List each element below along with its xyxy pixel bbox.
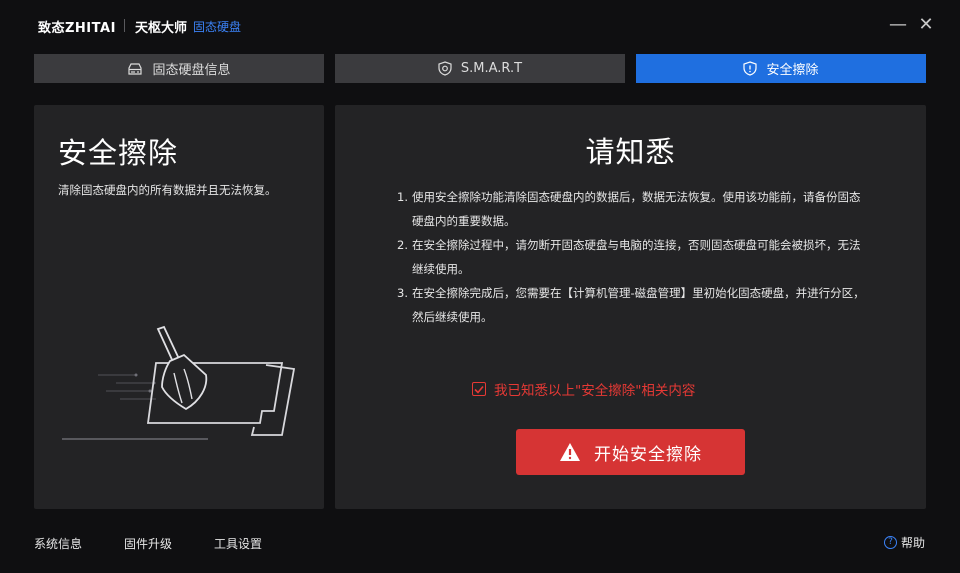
tab-ssd-info[interactable]: 固态硬盘信息	[34, 54, 324, 83]
close-button[interactable]: ✕	[915, 14, 937, 36]
panel-title: 安全擦除	[58, 136, 179, 170]
footer-system-info[interactable]: 系统信息	[34, 535, 82, 552]
notice-item-text: 在安全擦除过程中，请勿断开固态硬盘与电脑的连接，否则固态硬盘可能会被损坏，无法继…	[412, 238, 861, 276]
warning-icon	[560, 443, 580, 461]
drive-icon	[128, 62, 143, 75]
notice-item: 3. 在安全擦除完成后，您需要在【计算机管理-磁盘管理】里初始化固态硬盘，并进行…	[397, 281, 867, 329]
help-label: 帮助	[901, 536, 926, 550]
shield-alert-icon	[743, 61, 758, 76]
footer-firmware-upgrade[interactable]: 固件升级	[124, 535, 172, 552]
help-icon: ?	[884, 536, 897, 549]
tab-ssd-info-label: 固态硬盘信息	[152, 63, 231, 78]
brand-divider	[124, 19, 125, 32]
agree-checkbox-row[interactable]: 我已知悉以上"安全擦除"相关内容	[472, 379, 695, 399]
broom-ssd-icon	[62, 325, 296, 440]
notice-item: 2. 在安全擦除过程中，请勿断开固态硬盘与电脑的连接，否则固态硬盘可能会被损坏，…	[397, 233, 867, 281]
notice-title: 请知悉	[585, 135, 676, 169]
notice-item-number: 2.	[397, 238, 408, 252]
notice-list: 1. 使用安全擦除功能清除固态硬盘内的数据后，数据无法恢复。使用该功能前，请备份…	[397, 185, 867, 329]
title-bar: 致态ZHITAI 天枢大师 固态硬盘 — ✕	[0, 0, 960, 52]
notice-panel: 请知悉 1. 使用安全擦除功能清除固态硬盘内的数据后，数据无法恢复。使用该功能前…	[335, 105, 926, 509]
footer-tool-settings[interactable]: 工具设置	[214, 535, 262, 552]
agree-label[interactable]: 我已知悉以上"安全擦除"相关内容	[494, 379, 695, 399]
tab-smart-label: S.M.A.R.T	[460, 61, 523, 76]
help-link[interactable]: ? 帮助	[884, 534, 925, 551]
start-secure-erase-button[interactable]: 开始安全擦除	[516, 429, 745, 475]
tab-secure-erase[interactable]: 安全擦除	[636, 54, 926, 83]
tab-smart[interactable]: S.M.A.R.T	[335, 54, 625, 83]
panel-description: 清除固态硬盘内的所有数据并且无法恢复。	[58, 183, 277, 197]
notice-item: 1. 使用安全擦除功能清除固态硬盘内的数据后，数据无法恢复。使用该功能前，请备份…	[397, 185, 867, 233]
shield-icon	[438, 61, 452, 76]
checkmark-icon	[474, 385, 484, 394]
app-window: 致态ZHITAI 天枢大师 固态硬盘 — ✕ 固态硬盘信息 S.M.A.R.T …	[0, 0, 960, 573]
app-name: 天枢大师	[135, 21, 188, 36]
minimize-button[interactable]: —	[887, 14, 909, 36]
notice-item-text: 在安全擦除完成后，您需要在【计算机管理-磁盘管理】里初始化固态硬盘，并进行分区，…	[412, 286, 865, 324]
start-secure-erase-label: 开始安全擦除	[594, 444, 702, 465]
erase-intro-panel: 安全擦除 清除固态硬盘内的所有数据并且无法恢复。	[34, 105, 324, 509]
tab-secure-erase-label: 安全擦除	[766, 63, 819, 78]
agree-checkbox[interactable]	[472, 382, 486, 396]
app-subtitle: 固态硬盘	[193, 20, 242, 34]
notice-item-number: 3.	[397, 286, 408, 300]
notice-item-text: 使用安全擦除功能清除固态硬盘内的数据后，数据无法恢复。使用该功能前，请备份固态硬…	[412, 190, 861, 228]
notice-item-number: 1.	[397, 190, 408, 204]
brand-logo: 致态ZHITAI	[38, 21, 116, 36]
